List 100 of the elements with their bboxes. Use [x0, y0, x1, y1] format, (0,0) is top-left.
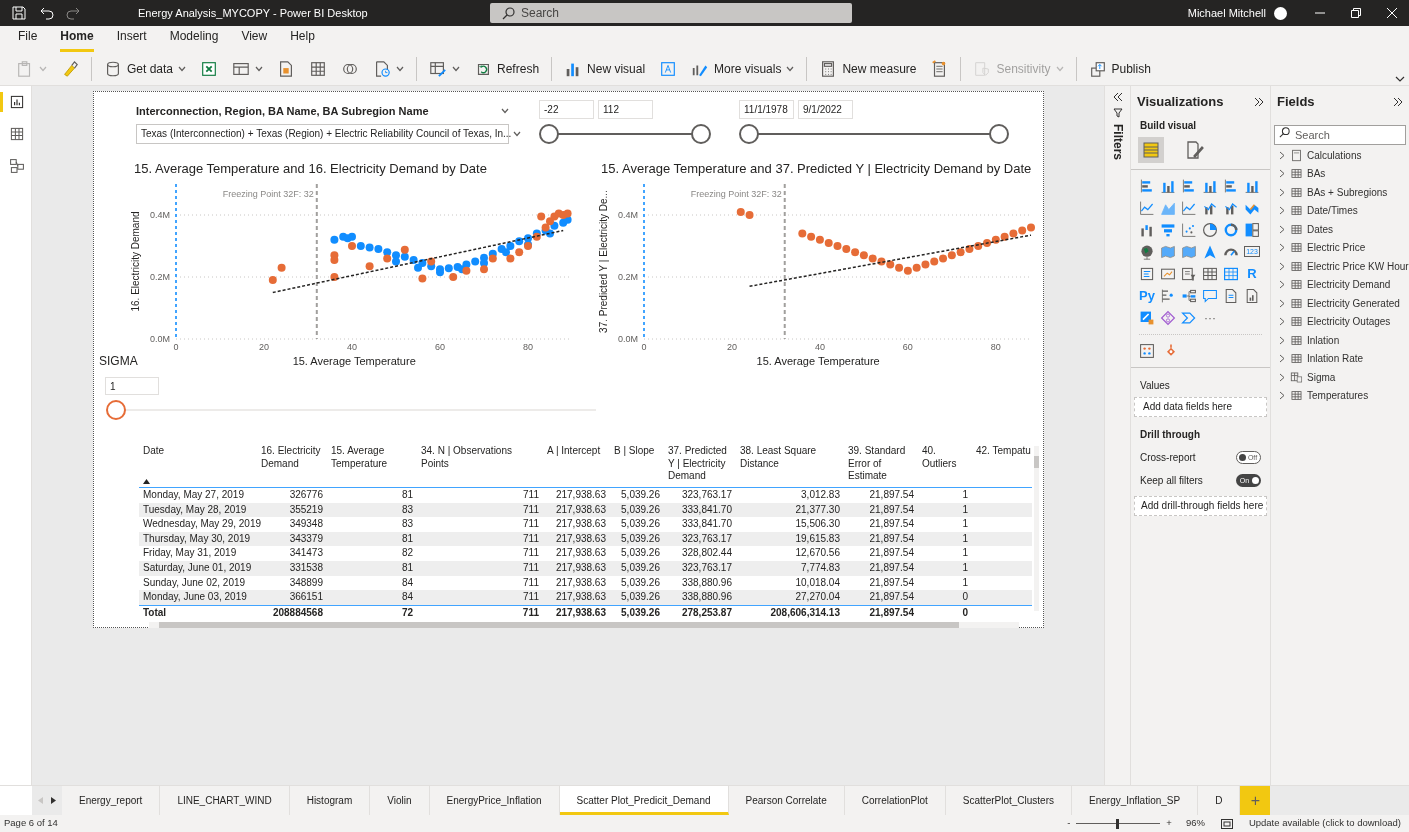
axis-tick-label: 0: [641, 342, 647, 352]
table-cell-text: 343379: [288, 531, 324, 546]
chart-title: 15. Average Temperature and 16. Electricity Demand by Date: [134, 160, 487, 178]
toggle-label: Cross-report: [1140, 450, 1196, 465]
table-cell-text: 323,763.17: [680, 488, 733, 502]
axis-tick-label: 80: [523, 342, 533, 352]
pane-title: Fields: [1277, 93, 1315, 111]
table-cell-text: 3,012.83: [800, 488, 841, 502]
table-cell-text: 21,897.54: [868, 560, 915, 575]
table-cell-text: 19,615.83: [794, 531, 841, 546]
table-cell-text: 217,938.63: [554, 531, 607, 546]
axis-title: 37. Predicted Y | Electricity De...: [598, 190, 609, 333]
table-cell-text: 21,897.54: [868, 546, 915, 561]
total-cell-text: 208,606,314.13: [769, 605, 841, 620]
table-cell-text: 0: [961, 590, 969, 605]
table-cell-text: 331538: [288, 560, 324, 575]
table-cell-text: 7,774.83: [800, 560, 841, 575]
table-cell-text: 5,039.26: [620, 590, 661, 605]
table-cell-text: 1: [961, 546, 969, 561]
table-cell-text: 12,670.56: [794, 546, 841, 561]
table-cell-text: 81: [400, 531, 414, 546]
slicer-title: SIGMA: [99, 353, 138, 370]
table-cell-text: 27,270.04: [794, 590, 841, 605]
axis-tick-label: 0.0M: [150, 334, 170, 344]
table-cell-text: 323,763.17: [680, 560, 733, 575]
table-cell-text: 82: [400, 546, 414, 561]
axis-tick-label: 80: [990, 342, 1001, 352]
axis-tick-label: 60: [902, 342, 913, 352]
table-cell-text: Tuesday, May 28, 2019: [142, 502, 248, 517]
table-cell-text: 323,763.17: [680, 531, 733, 546]
window-title: Energy Analysis_MYCOPY - Power BI Desktop: [138, 5, 368, 21]
table-cell-text: 5,039.26: [620, 546, 661, 561]
table-cell-text: 21,897.54: [868, 517, 915, 532]
axis-tick-label: 0: [173, 342, 179, 352]
table-cell-text: 21,897.54: [868, 590, 915, 605]
axis-tick-label: 0.0M: [618, 334, 638, 344]
table-cell-text: 1: [961, 560, 969, 575]
table-cell-text: 5,039.26: [620, 575, 661, 590]
table-cell-text: 83: [400, 517, 414, 532]
axis-title: 15. Average Temperature: [292, 355, 416, 367]
total-cell-text: 208884568: [271, 605, 324, 620]
table-cell-text: Sunday, June 02, 2019: [142, 575, 247, 590]
table-cell-text: 1: [961, 502, 969, 517]
axis-tick-label: 0.2M: [150, 272, 170, 282]
table-cell-text: 84: [400, 590, 414, 605]
table-cell-text: 333,841.70: [680, 502, 733, 517]
total-cell-text: 5,039.26: [620, 605, 661, 620]
total-cell-text: 278,253.87: [680, 605, 733, 620]
table-cell-text: Monday, June 03, 2019: [142, 590, 248, 605]
table-cell-text: 217,938.63: [554, 502, 607, 517]
table-cell-text: 1: [961, 575, 969, 590]
section-title: Build visual: [1139, 118, 1198, 133]
axis-tick-label: 0.4M: [618, 210, 638, 220]
total-cell-text: 217,938.63: [554, 605, 607, 620]
table-cell-text: 711: [522, 531, 540, 546]
axis-title: 15. Average Temperature: [756, 355, 880, 367]
table-cell-text: 338,880.96: [680, 590, 733, 605]
table-cell-text: 1: [961, 531, 969, 546]
table-cell-text: 328,802.44: [680, 546, 733, 561]
axis-tick-label: 20: [726, 342, 737, 352]
table-cell-text: 10,018.04: [794, 575, 841, 590]
table-cell-text: 217,938.63: [554, 546, 607, 561]
chart-title: 15. Average Temperature and 37. Predicted Y | Electricity Demand by Date: [601, 160, 1032, 178]
axis-tick-label: 0.4M: [150, 210, 170, 220]
table-cell-text: 1: [961, 488, 969, 502]
table-cell-text: 5,039.26: [620, 488, 661, 502]
table-cell-text: 21,897.54: [868, 488, 915, 502]
table-cell-text: 348899: [288, 575, 324, 590]
table-cell-text: 5,039.26: [620, 517, 661, 532]
table-cell-text: Friday, May 31, 2019: [142, 546, 238, 561]
axis-tick-label: 40: [347, 342, 357, 352]
page-indicator: Page 6 of 14: [4, 816, 58, 831]
total-cell-text: Total: [142, 605, 168, 620]
table-cell-text: 83: [400, 502, 414, 517]
toggle-label: Keep all filters: [1140, 473, 1203, 488]
table-cell-text: 21,377.30: [794, 502, 841, 517]
axis-tick-label: 40: [814, 342, 825, 352]
table-cell-text: 21,897.54: [868, 575, 915, 590]
pane-title: Visualizations: [1137, 93, 1224, 111]
table-cell-text: 341473: [288, 546, 324, 561]
axis-tick-label: 0.2M: [618, 272, 638, 282]
section-title: Values: [1139, 378, 1171, 393]
table-cell-text: 5,039.26: [620, 531, 661, 546]
table-cell-text: 711: [522, 575, 540, 590]
axis-title: 16. Electricity Demand: [130, 211, 141, 312]
table-cell-text: 711: [522, 590, 540, 605]
table-cell-text: 5,039.26: [620, 560, 661, 575]
table-cell-text: 333,841.70: [680, 517, 733, 532]
slicer-title: Interconnection, Region, BA Name, BA Subregion Name: [136, 104, 429, 119]
table-cell-text: 355219: [288, 502, 324, 517]
total-cell-text: 21,897.54: [868, 605, 915, 620]
total-cell-text: 0: [961, 605, 969, 620]
table-cell-text: 15,506.30: [794, 517, 841, 532]
table-cell-text: 711: [522, 488, 540, 502]
table-cell-text: 366151: [288, 590, 324, 605]
table-cell-text: 21,897.54: [868, 502, 915, 517]
table-cell-text: 711: [522, 546, 540, 561]
table-cell-text: 326776: [288, 488, 324, 502]
table-cell-text: 711: [522, 517, 540, 532]
total-cell-text: 711: [521, 605, 540, 620]
